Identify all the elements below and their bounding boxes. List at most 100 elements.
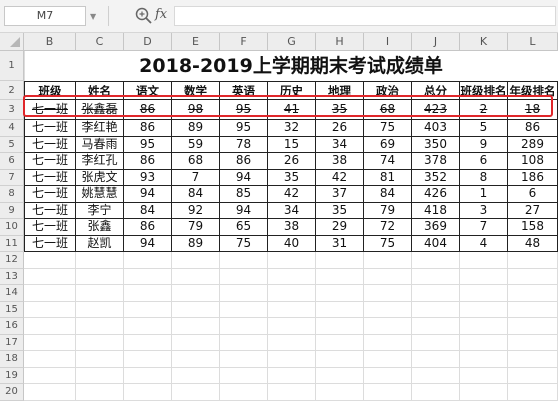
empty-cell[interactable]	[460, 351, 508, 368]
row-header-2[interactable]: 2	[0, 81, 24, 100]
empty-cell[interactable]	[220, 318, 268, 335]
table-cell[interactable]: 74	[364, 153, 412, 170]
column-title-2[interactable]: 姓名	[76, 81, 124, 100]
empty-cell[interactable]	[508, 367, 558, 384]
empty-cell[interactable]	[24, 351, 76, 368]
table-cell[interactable]: 七一班	[24, 100, 76, 120]
row-header-7[interactable]: 7	[0, 169, 24, 186]
row-header-13[interactable]: 13	[0, 268, 24, 285]
table-cell[interactable]: 95	[124, 136, 172, 153]
table-cell[interactable]: 94	[124, 235, 172, 252]
table-cell[interactable]: 94	[220, 169, 268, 186]
table-cell[interactable]: 352	[412, 169, 460, 186]
table-cell[interactable]: 3	[460, 202, 508, 219]
column-title-4[interactable]: 数学	[172, 81, 220, 100]
empty-cell[interactable]	[172, 268, 220, 285]
table-cell[interactable]: 七一班	[24, 219, 76, 236]
table-cell[interactable]: 42	[268, 186, 316, 203]
table-cell[interactable]: 84	[364, 186, 412, 203]
table-cell[interactable]: 75	[220, 235, 268, 252]
table-cell[interactable]: 89	[172, 120, 220, 137]
empty-cell[interactable]	[316, 384, 364, 401]
empty-cell[interactable]	[24, 268, 76, 285]
fx-icon[interactable]: fx	[155, 7, 167, 22]
table-cell[interactable]: 404	[412, 235, 460, 252]
table-cell[interactable]: 89	[172, 235, 220, 252]
table-cell[interactable]: 79	[172, 219, 220, 236]
empty-cell[interactable]	[172, 252, 220, 269]
empty-cell[interactable]	[508, 252, 558, 269]
table-cell[interactable]: 95	[220, 120, 268, 137]
empty-cell[interactable]	[316, 334, 364, 351]
row-header-11[interactable]: 11	[0, 235, 24, 252]
table-cell[interactable]: 七一班	[24, 169, 76, 186]
empty-cell[interactable]	[460, 334, 508, 351]
table-cell[interactable]: 张鑫	[76, 219, 124, 236]
table-cell[interactable]: 68	[364, 100, 412, 120]
empty-cell[interactable]	[172, 367, 220, 384]
empty-cell[interactable]	[364, 285, 412, 302]
table-cell[interactable]: 27	[508, 202, 558, 219]
empty-cell[interactable]	[268, 334, 316, 351]
empty-cell[interactable]	[220, 384, 268, 401]
column-header-e[interactable]: E	[172, 33, 220, 51]
table-cell[interactable]: 65	[220, 219, 268, 236]
row-header-12[interactable]: 12	[0, 252, 24, 269]
table-cell[interactable]: 35	[316, 202, 364, 219]
empty-cell[interactable]	[172, 351, 220, 368]
row-header-10[interactable]: 10	[0, 219, 24, 236]
table-cell[interactable]: 69	[364, 136, 412, 153]
table-cell[interactable]: 95	[220, 100, 268, 120]
empty-cell[interactable]	[76, 318, 124, 335]
empty-cell[interactable]	[316, 252, 364, 269]
table-cell[interactable]: 403	[412, 120, 460, 137]
empty-cell[interactable]	[124, 367, 172, 384]
empty-cell[interactable]	[364, 367, 412, 384]
empty-cell[interactable]	[124, 334, 172, 351]
table-cell[interactable]: 72	[364, 219, 412, 236]
empty-cell[interactable]	[76, 252, 124, 269]
table-cell[interactable]: 姚慧慧	[76, 186, 124, 203]
empty-cell[interactable]	[460, 318, 508, 335]
sheet-title[interactable]: 2018-2019上学期期末考试成绩单	[24, 51, 558, 81]
table-cell[interactable]: 七一班	[24, 235, 76, 252]
empty-cell[interactable]	[508, 318, 558, 335]
empty-cell[interactable]	[124, 301, 172, 318]
table-cell[interactable]: 289	[508, 136, 558, 153]
column-title-1[interactable]: 班级	[24, 81, 76, 100]
empty-cell[interactable]	[316, 285, 364, 302]
table-cell[interactable]: 378	[412, 153, 460, 170]
table-cell[interactable]: 158	[508, 219, 558, 236]
empty-cell[interactable]	[76, 367, 124, 384]
empty-cell[interactable]	[364, 268, 412, 285]
row-header-15[interactable]: 15	[0, 301, 24, 318]
table-cell[interactable]: 68	[172, 153, 220, 170]
empty-cell[interactable]	[172, 334, 220, 351]
empty-cell[interactable]	[508, 334, 558, 351]
empty-cell[interactable]	[24, 252, 76, 269]
column-title-10[interactable]: 班级排名	[460, 81, 508, 100]
table-cell[interactable]: 42	[316, 169, 364, 186]
table-cell[interactable]: 34	[316, 136, 364, 153]
table-cell[interactable]: 423	[412, 100, 460, 120]
empty-cell[interactable]	[172, 384, 220, 401]
table-cell[interactable]: 张虎文	[76, 169, 124, 186]
table-cell[interactable]: 34	[268, 202, 316, 219]
empty-cell[interactable]	[412, 334, 460, 351]
empty-cell[interactable]	[172, 318, 220, 335]
empty-cell[interactable]	[76, 334, 124, 351]
empty-cell[interactable]	[460, 252, 508, 269]
table-cell[interactable]: 86	[124, 219, 172, 236]
row-header-14[interactable]: 14	[0, 285, 24, 302]
table-cell[interactable]: 七一班	[24, 120, 76, 137]
table-cell[interactable]: 7	[460, 219, 508, 236]
table-cell[interactable]: 94	[220, 202, 268, 219]
table-cell[interactable]: 84	[124, 202, 172, 219]
empty-cell[interactable]	[364, 252, 412, 269]
empty-cell[interactable]	[76, 351, 124, 368]
empty-cell[interactable]	[364, 334, 412, 351]
empty-cell[interactable]	[364, 351, 412, 368]
table-cell[interactable]: 4	[460, 235, 508, 252]
empty-cell[interactable]	[508, 268, 558, 285]
table-cell[interactable]: 李宁	[76, 202, 124, 219]
